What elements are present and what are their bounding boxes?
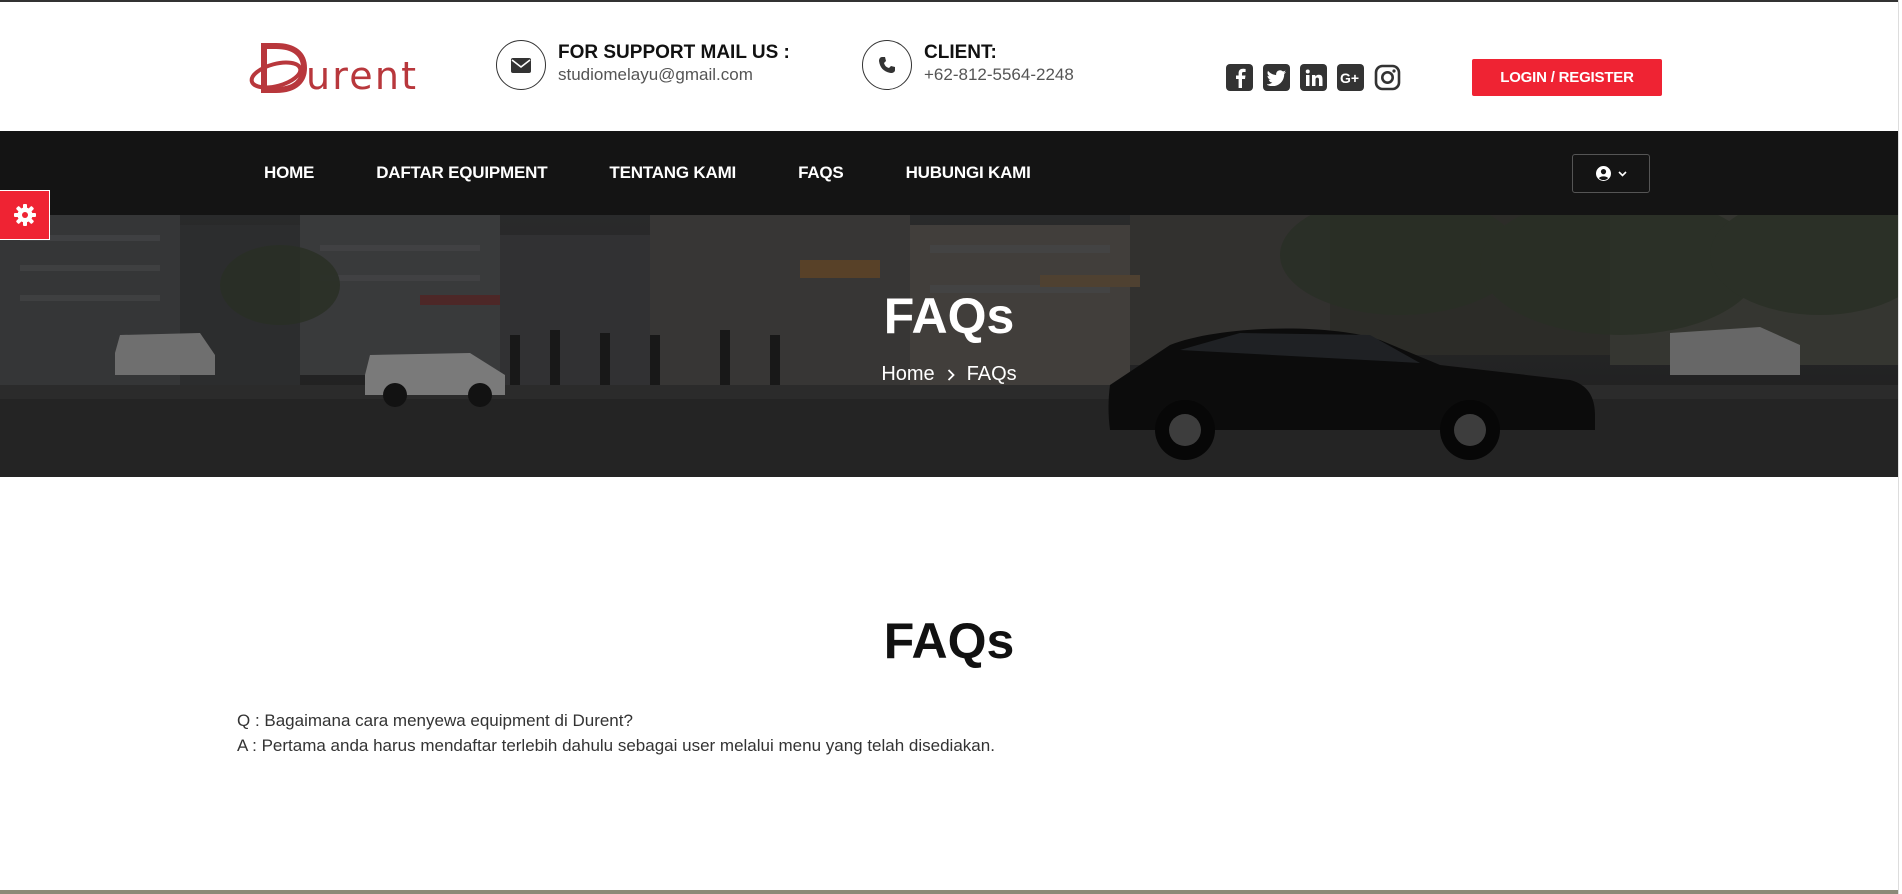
client-phone: CLIENT: +62-812-5564-2248: [862, 40, 1074, 90]
nav-item-tentang-kami[interactable]: TENTANG KAMI: [609, 163, 736, 183]
banner-title: FAQs: [883, 288, 1015, 344]
twitter-icon[interactable]: [1263, 64, 1290, 91]
breadcrumb-current: FAQs: [966, 363, 1017, 385]
client-phone-title: CLIENT:: [924, 42, 997, 63]
nav-item-hubungi-kami[interactable]: HUBUNGI KAMI: [906, 163, 1031, 183]
chevron-down-icon: [1617, 170, 1627, 177]
page-title: FAQs: [883, 613, 1015, 669]
nav-item-daftar-equipment[interactable]: DAFTAR EQUIPMENT: [376, 163, 547, 183]
street-background-image: [0, 215, 1898, 477]
site-header: urent FOR SUPPORT MAIL US : studiomelayu…: [0, 0, 1902, 131]
faq-question: Q : Bagaimana cara menyewa equipment di …: [237, 711, 633, 730]
user-circle-icon: [1595, 166, 1611, 181]
breadcrumb: Home FAQs: [0, 363, 1898, 386]
page-scrollbar[interactable]: [1898, 0, 1902, 894]
nav-menu: HOME DAFTAR EQUIPMENT TENTANG KAMI FAQS …: [264, 131, 1031, 215]
support-mail: FOR SUPPORT MAIL US : studiomelayu@gmail…: [496, 40, 790, 90]
gear-icon: [13, 204, 36, 226]
google-plus-icon[interactable]: G+: [1337, 64, 1364, 91]
support-mail-address[interactable]: studiomelayu@gmail.com: [558, 64, 790, 86]
breadcrumb-home-link[interactable]: Home: [881, 363, 934, 386]
nav-item-home[interactable]: HOME: [264, 163, 314, 183]
nav-item-faqs[interactable]: FAQS: [798, 163, 844, 183]
footer-edge: [0, 890, 1898, 894]
durent-logo[interactable]: urent: [246, 38, 421, 100]
facebook-icon[interactable]: [1226, 64, 1253, 91]
envelope-icon: [496, 40, 546, 90]
instagram-icon[interactable]: [1374, 64, 1401, 91]
login-register-button[interactable]: LOGIN / REGISTER: [1472, 59, 1662, 96]
client-phone-number[interactable]: +62-812-5564-2248: [924, 64, 1074, 86]
support-mail-title: FOR SUPPORT MAIL US :: [558, 42, 790, 63]
linkedin-icon[interactable]: [1300, 64, 1327, 91]
svg-text:G+: G+: [1340, 70, 1359, 86]
faq-list: Q : Bagaimana cara menyewa equipment di …: [237, 708, 995, 758]
svg-text:urent: urent: [306, 54, 416, 98]
settings-toggle-button[interactable]: [0, 190, 50, 240]
chevron-right-icon: [947, 368, 955, 381]
faq-answer: A : Pertama anda harus mendaftar terlebi…: [237, 736, 995, 755]
phone-icon: [862, 40, 912, 90]
user-dropdown-button[interactable]: [1572, 154, 1650, 193]
social-links: G+: [1226, 64, 1401, 91]
page-banner: FAQs Home FAQs: [0, 215, 1898, 477]
